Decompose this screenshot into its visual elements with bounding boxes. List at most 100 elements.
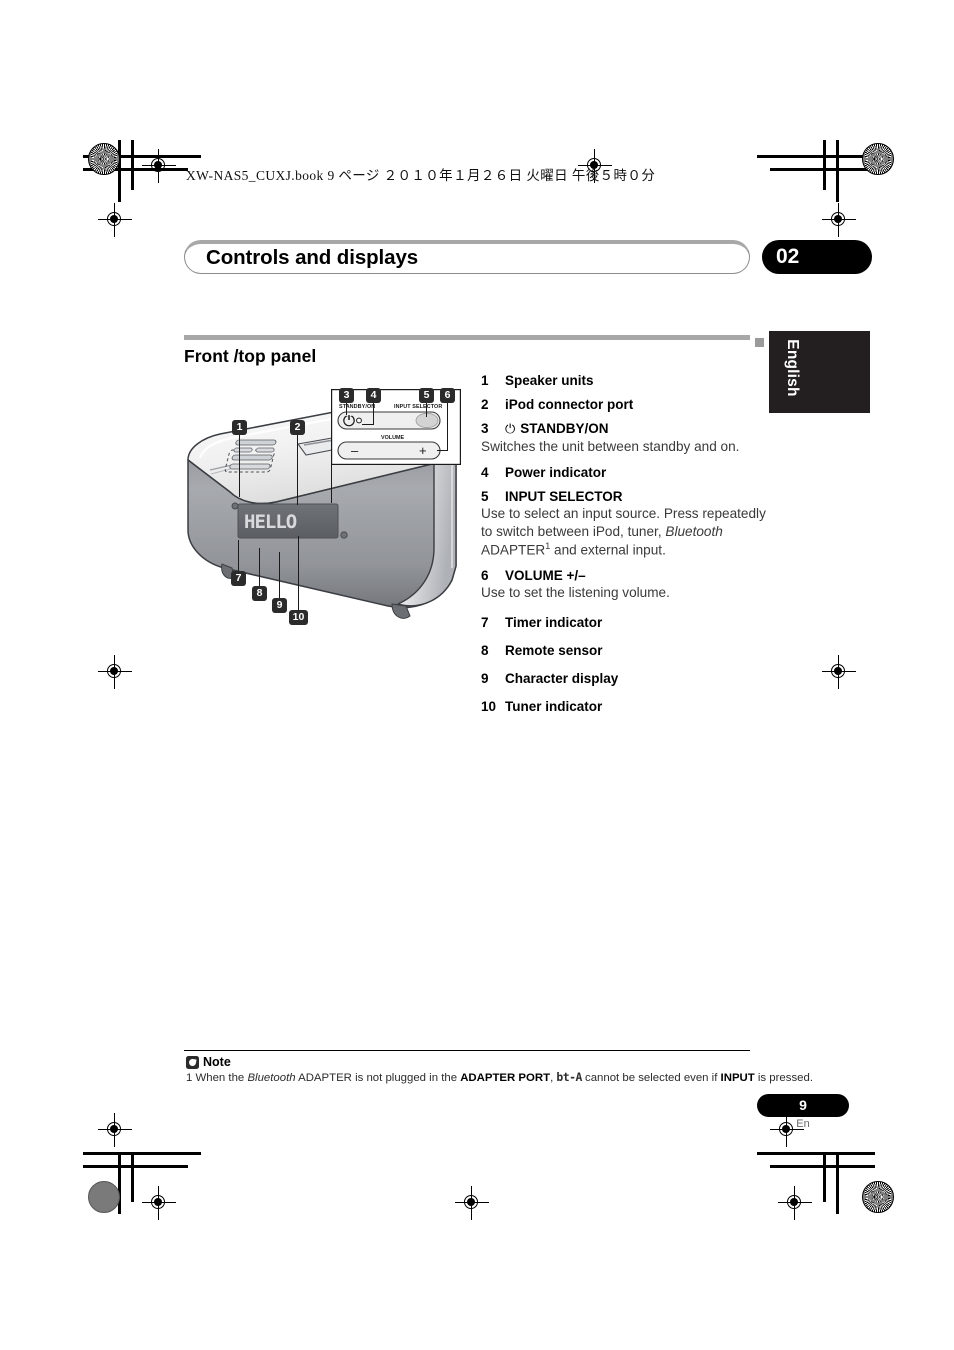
list-item-6: 6 VOLUME +/– Use to set the listening vo… — [481, 568, 766, 602]
leader-line — [331, 465, 333, 503]
desc-text-b: ADAPTER — [481, 542, 546, 558]
list-item-5: 5 INPUT SELECTOR Use to select an input … — [481, 489, 766, 559]
leader-line — [437, 450, 448, 452]
crop-line — [757, 155, 875, 158]
leader-line — [259, 548, 261, 586]
character-display-text: HELLO — [244, 511, 297, 533]
registration-target — [822, 203, 856, 237]
desc-text-a: Use to select an input source. Press rep… — [481, 505, 766, 539]
note-number: 1 — [186, 1072, 193, 1084]
list-item-10: 10 Tuner indicator — [481, 699, 766, 714]
list-item-number: 10 — [481, 699, 497, 715]
note-text-a: When the — [195, 1072, 248, 1084]
note-text-d: cannot be selected even if — [581, 1072, 721, 1084]
registration-target — [98, 203, 132, 237]
desc-italic: Bluetooth — [665, 523, 723, 539]
list-item-label: INPUT SELECTOR — [505, 488, 623, 504]
leader-line — [373, 403, 375, 425]
list-item-number: 2 — [481, 397, 489, 412]
list-item-number: 3 — [481, 421, 489, 436]
crop-line — [131, 1152, 134, 1202]
crop-line — [83, 1165, 188, 1168]
registration-target — [142, 1186, 176, 1220]
registration-target — [822, 655, 856, 689]
callout-7: 7 — [231, 571, 246, 586]
starburst-mark — [862, 1181, 894, 1213]
note-icon — [186, 1056, 199, 1069]
crop-line — [83, 1152, 201, 1155]
note-segment-display-value: bt-A — [556, 1070, 582, 1084]
volume-label: VOLUME — [381, 435, 404, 441]
leader-line — [239, 435, 241, 497]
list-item-7: 7 Timer indicator — [481, 615, 766, 630]
list-item-label: iPod connector port — [505, 397, 634, 412]
list-item-number: 4 — [481, 464, 489, 480]
leader-line — [426, 403, 428, 417]
input-selector-label: INPUT SELECTOR — [394, 404, 442, 410]
note-body: 1 When the Bluetooth ADAPTER is not plug… — [186, 1070, 813, 1084]
list-item-number: 6 — [481, 568, 489, 584]
page-number: 9 — [799, 1097, 807, 1113]
chapter-number-badge: 02 — [762, 240, 872, 274]
callout-2: 2 — [290, 420, 305, 435]
note-title: Note — [203, 1055, 231, 1069]
callout-5: 5 — [419, 388, 434, 403]
page-language-code: En — [796, 1118, 810, 1130]
registration-target — [98, 1113, 132, 1147]
page-number-badge: 9 — [757, 1094, 849, 1117]
list-item-label: Speaker units — [505, 373, 594, 388]
list-item-number: 7 — [481, 615, 489, 631]
leader-line — [297, 435, 299, 505]
crop-line — [836, 1152, 839, 1214]
leader-line — [447, 403, 449, 451]
list-item-number: 1 — [481, 373, 489, 388]
power-indicator-led — [356, 417, 362, 424]
leader-line — [346, 403, 348, 415]
note-italic: Bluetooth — [247, 1072, 296, 1084]
callout-6: 6 — [440, 388, 455, 403]
section-heading: Front /top panel — [184, 346, 317, 366]
callout-1: 1 — [232, 420, 247, 435]
registration-target — [142, 149, 176, 183]
chapter-number-label: 02 — [776, 245, 800, 268]
list-item-3: 3 ⏻ STANDBY/ON Switches the unit between… — [481, 421, 766, 456]
crop-line — [823, 1152, 826, 1202]
volume-plus-label: + — [419, 443, 427, 458]
list-item-label: Remote sensor — [505, 643, 603, 659]
crop-line — [118, 140, 121, 202]
starburst-mark — [88, 143, 120, 175]
section-rule — [184, 335, 750, 340]
note-text-e: is pressed. — [754, 1072, 813, 1084]
language-tab: English — [769, 331, 870, 413]
crop-line — [118, 1152, 121, 1214]
leader-line — [362, 424, 374, 426]
list-item-description: Use to select an input source. Press rep… — [481, 505, 766, 559]
leader-line — [298, 536, 300, 610]
solid-dot-mark — [88, 1181, 120, 1213]
list-item-label: Character display — [505, 671, 619, 687]
list-item-9: 9 Character display — [481, 671, 766, 686]
starburst-mark — [862, 143, 894, 175]
page-title: Controls and displays — [206, 246, 419, 269]
standby-on-label: STANDBY/ON — [339, 404, 375, 410]
callout-4: 4 — [366, 388, 381, 403]
callout-10: 10 — [289, 610, 308, 625]
registration-target — [455, 1186, 489, 1220]
list-item-description: Use to set the listening volume. — [481, 585, 670, 601]
callout-8: 8 — [252, 586, 267, 601]
volume-minus-label: – — [351, 443, 359, 458]
parts-list: 1 Speaker units 2 iPod connector port 3 … — [481, 373, 766, 723]
list-item-2: 2 iPod connector port — [481, 397, 766, 412]
list-item-label: Tuner indicator — [505, 699, 603, 715]
list-item-number: 9 — [481, 671, 489, 687]
desc-text-c: and external input. — [550, 542, 666, 558]
note-divider — [184, 1050, 750, 1052]
list-item-1: 1 Speaker units — [481, 373, 766, 388]
book-meta-line: XW-NAS5_CUXJ.book 9 ページ ２０１０年１月２６日 火曜日 午… — [186, 168, 656, 183]
crop-line — [823, 140, 826, 190]
list-item-label: Power indicator — [505, 464, 607, 480]
callout-9: 9 — [272, 598, 287, 613]
chapter-title-bar: Controls and displays — [184, 240, 750, 274]
power-icon: ⏻ — [505, 421, 516, 436]
note-bold-adapter-port: ADAPTER PORT — [460, 1072, 551, 1084]
